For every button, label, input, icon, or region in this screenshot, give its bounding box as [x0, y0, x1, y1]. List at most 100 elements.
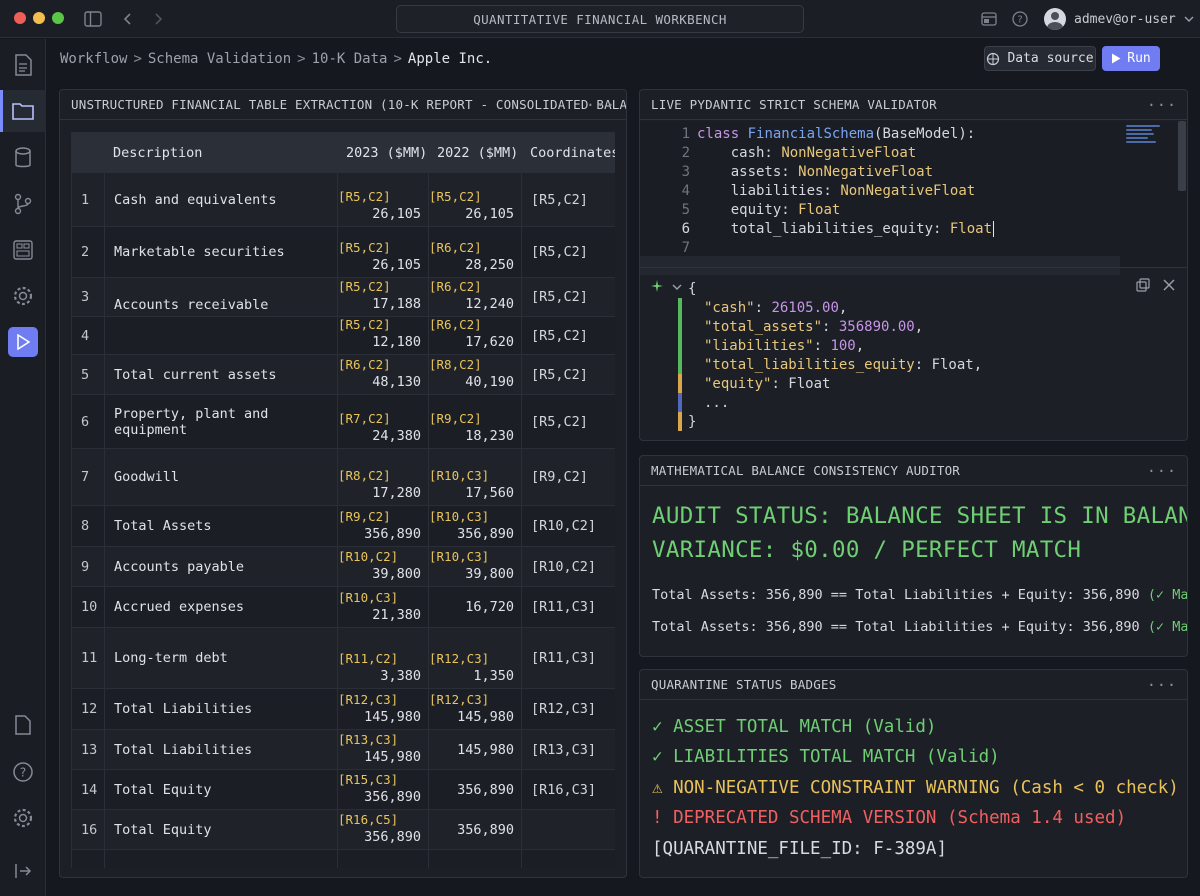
layout-icon[interactable] — [979, 9, 999, 29]
more-icon[interactable]: ··· — [1147, 96, 1177, 114]
table-row[interactable]: 10 Accrued expenses [R10,C3] 21,380 16,720 [R… — [71, 586, 615, 628]
forward-arrow-icon[interactable] — [148, 9, 168, 29]
row-description: Total Equity — [104, 769, 338, 810]
row-coordinates: [R9,C2] — [521, 448, 615, 506]
audit-check-line: Total Assets: 356,890 == Total Liabiliti… — [652, 587, 1188, 603]
cell-reference: [R8,C2] — [338, 468, 391, 483]
balance-auditor-panel: MATHEMATICAL BALANCE CONSISTENCY AUDITOR… — [639, 455, 1188, 657]
table-row[interactable]: 4 [R5,C2] 12,180 [R6,C2] 17,620 [R5,C2] — [71, 316, 615, 355]
more-icon[interactable]: ··· — [586, 96, 616, 114]
json-open-brace: { — [688, 280, 697, 297]
code-editor[interactable]: 1 class FinancialSchema(BaseModel): 2 ca… — [640, 121, 1187, 275]
table-row[interactable]: 12 Total Liabilities [R12,C3] 145,980 [R12,C… — [71, 688, 615, 730]
row-number: 8 — [71, 505, 105, 547]
cell-amount: 24,380 — [372, 428, 421, 444]
database-icon[interactable] — [8, 143, 38, 173]
cell-reference: [R8,C2] — [429, 357, 482, 372]
code-line: 7 — [640, 238, 1120, 257]
cell-amount: 356,890 — [457, 781, 514, 798]
table-row[interactable]: 5 Total current assets [R6,C2] 48,130 [R8,C2… — [71, 354, 615, 395]
table-row[interactable]: 8 Total Assets [R9,C2] 356,890 [R10,C3] 356,8… — [71, 505, 615, 547]
table-row[interactable]: 9 Accounts payable [R10,C2] 39,800 [R10,C3] 3… — [71, 546, 615, 587]
breadcrumb-schema-validation[interactable]: Schema Validation — [148, 51, 291, 67]
settings-icon[interactable] — [8, 803, 38, 833]
json-line: "total_assets": 356890.00, — [704, 318, 924, 335]
cell-amount: 40,190 — [465, 374, 514, 390]
editor-scrollbar[interactable] — [1178, 121, 1186, 191]
column-header[interactable]: Description — [104, 132, 338, 173]
table-row[interactable]: 2 Marketable securities [R5,C2] 26,105 [R6,C… — [71, 226, 615, 278]
row-number: 11 — [71, 627, 105, 689]
field-name: equity: — [730, 201, 790, 218]
cell-amount: 48,130 — [372, 374, 421, 390]
field-type: NonNegativeFloat — [781, 144, 917, 161]
more-icon[interactable]: ··· — [1147, 676, 1177, 694]
row-number: 9 — [71, 546, 105, 587]
copy-icon[interactable] — [1136, 278, 1150, 292]
code-minimap[interactable] — [1126, 125, 1166, 155]
cell-amount: 17,280 — [372, 485, 421, 501]
match-badge: (✓ Match) — [1147, 587, 1188, 603]
git-branch-icon[interactable] — [8, 189, 38, 219]
match-badge: (✓ Match) — [1147, 619, 1188, 635]
data-source-button[interactable]: Data source — [984, 46, 1096, 71]
cell-amount: 17,560 — [465, 485, 514, 501]
row-coordinates: [R12,C3] — [521, 688, 615, 730]
table-row[interactable]: 11 Long-term debt [R11,C2] 3,380 [R12,C3] 1,3… — [71, 627, 615, 689]
json-ellipsis: ... — [704, 394, 730, 411]
run-button[interactable]: Run — [1102, 46, 1160, 71]
cell-amount: 3,380 — [380, 668, 421, 684]
table-row[interactable]: 3 Accounts receivable [R5,C2] 17,188 [R6,C2]… — [71, 277, 615, 317]
value-2023: [R8,C2] 17,280 — [337, 448, 429, 506]
table-row[interactable]: 6 Property, plant and equipment [R7,C2] 24,… — [71, 394, 615, 449]
value-2022: [R8,C2] 40,190 — [428, 354, 522, 395]
table-row[interactable]: 14 Total Equity [R15,C3] 356,890 356,890 [R16… — [71, 769, 615, 810]
logout-icon[interactable] — [8, 856, 38, 886]
class-keyword: class — [697, 125, 740, 142]
chevron-down-icon[interactable] — [672, 283, 682, 291]
line-number: 5 — [681, 201, 690, 218]
play-icon[interactable] — [8, 327, 38, 357]
table-row[interactable] — [71, 849, 615, 868]
column-header[interactable]: Coordinates — [521, 132, 615, 173]
cell-reference: [R6,C2] — [429, 317, 482, 332]
help-icon[interactable]: ? — [8, 757, 38, 787]
minimize-window-button[interactable] — [33, 12, 45, 24]
value-2022: [R12,C3] 145,980 — [428, 688, 522, 730]
folder-icon[interactable] — [0, 90, 46, 132]
cell-amount: 39,800 — [465, 566, 514, 582]
file-icon[interactable] — [8, 710, 38, 740]
sidebar-toggle-icon[interactable] — [83, 9, 103, 29]
field-name: assets: — [730, 163, 790, 180]
back-arrow-icon[interactable] — [118, 9, 138, 29]
breadcrumb-10k-data[interactable]: 10-K Data — [312, 51, 388, 67]
value-2022: 356,890 — [428, 769, 522, 810]
table-row[interactable]: 13 Total Liabilities [R13,C3] 145,980 145,98… — [71, 729, 615, 770]
table-row[interactable]: 16 Total Equity [R16,C5] 356,890 356,890 — [71, 809, 615, 850]
close-icon[interactable] — [1163, 279, 1175, 291]
panel-title: MATHEMATICAL BALANCE CONSISTENCY AUDITOR — [651, 463, 961, 478]
column-header[interactable] — [71, 132, 105, 173]
code-line: 6 total_liabilities_equity: Float — [640, 219, 1120, 238]
column-header[interactable]: 2022 ($MM) — [428, 132, 522, 173]
user-menu[interactable]: admev@or-user — [1044, 7, 1194, 31]
breadcrumb-workflow[interactable]: Workflow — [60, 51, 127, 67]
close-window-button[interactable] — [14, 12, 26, 24]
field-type: NonNegativeFloat — [840, 182, 976, 199]
dashboard-icon[interactable] — [8, 235, 38, 265]
breadcrumb-current[interactable]: Apple Inc. — [408, 51, 492, 67]
maximize-window-button[interactable] — [52, 12, 64, 24]
field-name: liabilities: — [730, 182, 832, 199]
cell-amount: 356,890 — [364, 789, 421, 805]
status-badge: ⚠ NON-NEGATIVE CONSTRAINT WARNING (Cash … — [652, 778, 1179, 798]
value-2023: [R5,C2] 26,105 — [337, 172, 429, 227]
more-icon[interactable]: ··· — [1147, 462, 1177, 480]
value-2022: [R10,C3] 39,800 — [428, 546, 522, 587]
settings-icon[interactable] — [8, 281, 38, 311]
table-row[interactable]: 1 Cash and equivalents [R5,C2] 26,105 [R5,C2… — [71, 172, 615, 227]
help-circle-icon[interactable]: ? — [1010, 9, 1030, 29]
document-icon[interactable] — [8, 50, 38, 80]
json-line: "cash": 26105.00, — [704, 299, 848, 316]
table-row[interactable]: 7 Goodwill [R8,C2] 17,280 [R10,C3] 17,560 [R9,… — [71, 448, 615, 506]
column-header[interactable]: 2023 ($MM) — [337, 132, 429, 173]
